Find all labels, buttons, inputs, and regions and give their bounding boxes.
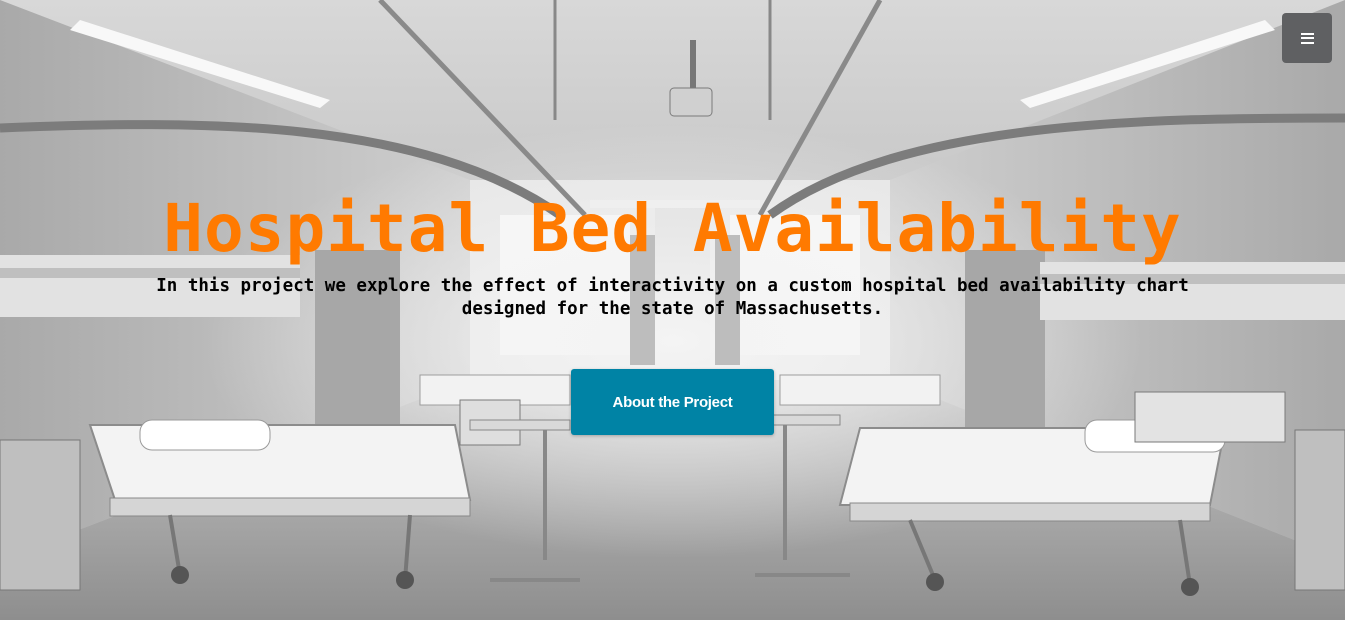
hero-section: Hospital Bed Availability In this projec… <box>0 0 1345 620</box>
subtitle-line-1: In this project we explore the effect of… <box>156 276 1189 296</box>
page-title: Hospital Bed Availability <box>163 190 1182 267</box>
hamburger-icon <box>1300 32 1314 44</box>
about-project-button[interactable]: About the Project <box>571 369 774 435</box>
menu-toggle-button[interactable] <box>1282 13 1332 63</box>
page-subtitle: In this project we explore the effect of… <box>0 275 1345 321</box>
subtitle-line-2: designed for the state of Massachusetts. <box>461 299 884 319</box>
